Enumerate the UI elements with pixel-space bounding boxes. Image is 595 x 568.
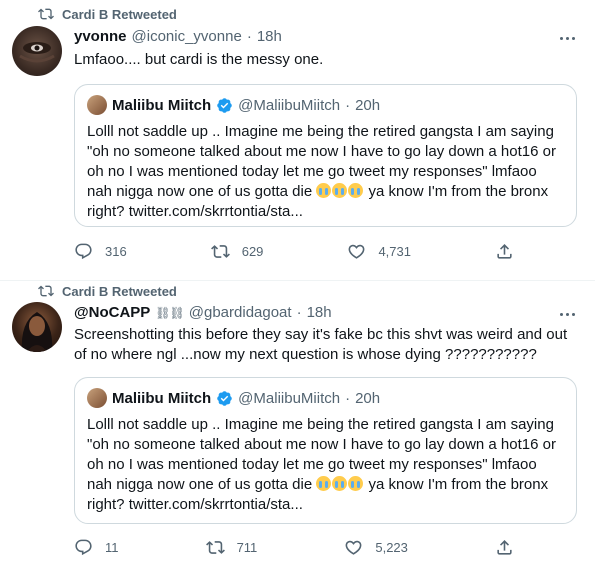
loudly-crying-face-icon: [316, 183, 332, 198]
author-name[interactable]: yvonne: [74, 28, 127, 45]
quote-time: 20h: [355, 96, 381, 114]
retweet-icon: [38, 285, 54, 297]
separator-dot: ·: [296, 304, 302, 321]
quote-author-name: Maliibu Miitch: [112, 96, 212, 114]
retweet-button[interactable]: 711: [205, 538, 258, 557]
quoted-tweet[interactable]: Maliibu Miitch @MaliibuMiitch · 20h Loll…: [74, 377, 577, 524]
avatar-image-icon: [19, 42, 55, 63]
separator-dot: ·: [345, 389, 351, 407]
share-icon: [497, 244, 512, 259]
verified-badge-icon: [217, 390, 232, 406]
loudly-crying-face-icon: [348, 476, 364, 491]
reply-icon: [75, 243, 92, 260]
tweet-header: @NoCAPP ⛓⛓ @gbardidagoat · 18h: [74, 304, 332, 321]
tweet-time[interactable]: 18h: [257, 28, 282, 45]
reply-count: 316: [105, 244, 127, 259]
retweet-button[interactable]: 629: [210, 242, 264, 261]
quote-avatar: [87, 388, 107, 408]
author-name[interactable]: @NoCAPP: [74, 304, 150, 321]
author-handle[interactable]: @iconic_yvonne: [132, 28, 242, 45]
tweet-card[interactable]: Cardi B Retweeted @NoCAPP ⛓⛓ @gbardidago…: [0, 281, 595, 568]
quote-text: Lolll not saddle up .. Imagine me being …: [87, 415, 565, 515]
quote-author-handle: @MaliibuMiitch: [238, 96, 341, 114]
verified-badge-icon: [217, 97, 232, 113]
reply-icon: [75, 539, 92, 556]
quote-author-name: Maliibu Miitch: [112, 389, 212, 407]
avatar[interactable]: [12, 26, 62, 76]
like-button[interactable]: 5,223: [344, 538, 408, 557]
share-icon: [497, 540, 512, 555]
quoted-tweet[interactable]: Maliibu Miitch @MaliibuMiitch · 20h Loll…: [74, 84, 577, 227]
retweet-indicator: Cardi B Retweeted: [38, 283, 177, 299]
loudly-crying-face-icon: [348, 183, 364, 198]
like-button[interactable]: 4,731: [347, 242, 411, 261]
avatar[interactable]: [12, 302, 62, 352]
retweet-label: Cardi B Retweeted: [62, 283, 177, 299]
chain-emoji-icon: ⛓⛓: [155, 306, 184, 320]
loudly-crying-face-icon: [332, 476, 348, 491]
share-button[interactable]: [495, 242, 514, 261]
tweet-text: Screenshotting this before they say it's…: [74, 326, 568, 363]
action-bar: 11 711 5,223: [74, 538, 514, 557]
tweet-text: Lmfaoo.... but cardi is the messy one.: [74, 51, 324, 68]
tweet-card[interactable]: Cardi B Retweeted yvonne @iconic_yvonne …: [0, 0, 595, 281]
like-count: 4,731: [378, 244, 411, 259]
quote-author-handle: @MaliibuMiitch: [238, 389, 341, 407]
like-count: 5,223: [375, 540, 408, 555]
retweet-label: Cardi B Retweeted: [62, 6, 177, 22]
retweet-icon: [210, 245, 230, 258]
loudly-crying-face-icon: [316, 476, 332, 491]
quote-header: Maliibu Miitch @MaliibuMiitch · 20h: [87, 95, 380, 115]
retweet-indicator: Cardi B Retweeted: [38, 6, 177, 22]
reply-button[interactable]: 316: [74, 242, 127, 261]
separator-dot: ·: [345, 96, 351, 114]
quote-text: Lolll not saddle up .. Imagine me being …: [87, 122, 565, 222]
retweet-icon: [205, 541, 225, 554]
tweet-header: yvonne @iconic_yvonne · 18h: [74, 28, 282, 45]
retweet-icon: [38, 8, 54, 20]
quote-header: Maliibu Miitch @MaliibuMiitch · 20h: [87, 388, 380, 408]
retweet-count: 711: [236, 540, 258, 555]
separator-dot: ·: [246, 28, 252, 45]
loudly-crying-face-icon: [332, 183, 348, 198]
reply-button[interactable]: 11: [74, 538, 119, 557]
more-options-icon[interactable]: [560, 37, 575, 40]
heart-icon: [349, 244, 365, 259]
share-button[interactable]: [495, 538, 514, 557]
reply-count: 11: [105, 540, 119, 555]
avatar-image-icon: [21, 312, 53, 352]
more-options-icon[interactable]: [560, 313, 575, 316]
quote-avatar: [87, 95, 107, 115]
retweet-count: 629: [241, 244, 264, 259]
tweet-time[interactable]: 18h: [307, 304, 332, 321]
author-handle[interactable]: @gbardidagoat: [189, 304, 292, 321]
quote-time: 20h: [355, 389, 381, 407]
heart-icon: [345, 540, 362, 555]
action-bar: 316 629 4,731: [74, 242, 514, 261]
